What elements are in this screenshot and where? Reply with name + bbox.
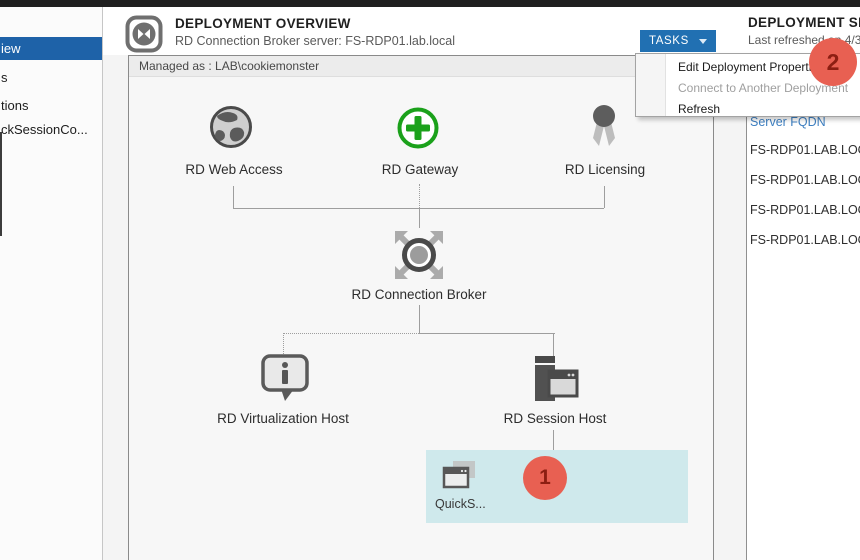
- sidebar-item-quicksessioncollection[interactable]: ckSessionCo...: [0, 120, 102, 140]
- connector-session-collection: [553, 430, 554, 450]
- broker-server-subtitle: RD Connection Broker server: FS-RDP01.la…: [175, 34, 455, 48]
- rd-connection-broker-label: RD Connection Broker: [329, 287, 509, 302]
- connector-gateway-dotted: [419, 184, 420, 208]
- connector-webaccess: [233, 186, 234, 208]
- window-top-strip: [0, 0, 860, 7]
- left-edge-mark: [0, 132, 2, 236]
- managed-as-bar: Managed as : LAB\cookiemonster: [129, 56, 713, 77]
- connector-licensing: [604, 186, 605, 208]
- rd-web-access-icon[interactable]: [207, 104, 255, 155]
- sidebar-item-servers[interactable]: s: [0, 68, 102, 88]
- quick-collection-label: QuickS...: [435, 497, 486, 511]
- chevron-down-icon: [699, 39, 707, 44]
- deployment-servers-panel: [747, 55, 860, 560]
- server-row[interactable]: FS-RDP01.LAB.LOCAL: [750, 233, 860, 247]
- rd-session-host-icon[interactable]: [527, 354, 581, 411]
- server-row[interactable]: FS-RDP01.LAB.LOCAL: [750, 173, 860, 187]
- rd-licensing-icon[interactable]: [583, 102, 625, 157]
- annotation-badge-1: 1: [523, 456, 567, 500]
- rd-virtualization-host-icon[interactable]: [257, 352, 313, 411]
- quick-collection-icon[interactable]: [441, 459, 479, 495]
- rd-virtualization-host-label: RD Virtualization Host: [193, 411, 373, 426]
- menu-item-edit-deployment-properties[interactable]: Edit Deployment Properties: [678, 57, 824, 77]
- sidebar-separator: [102, 7, 103, 560]
- rds-deployment-icon: [125, 15, 163, 53]
- panel-divider: [746, 55, 747, 560]
- page-title: DEPLOYMENT OVERVIEW: [175, 16, 351, 31]
- annotation-badge-2: 2: [809, 38, 857, 86]
- column-header-server-fqdn[interactable]: Server FQDN: [750, 115, 826, 129]
- rd-connection-broker-icon[interactable]: [391, 227, 447, 288]
- menu-item-refresh[interactable]: Refresh: [678, 99, 720, 119]
- tasks-button[interactable]: TASKS: [640, 30, 716, 52]
- connector-virt-dotted: [283, 333, 284, 354]
- connector-to-broker: [419, 209, 420, 228]
- server-row[interactable]: FS-RDP01.LAB.LOCAL: [750, 143, 860, 157]
- sidebar-item-collections[interactable]: tions: [0, 96, 102, 116]
- deployment-servers-title: DEPLOYMENT SERVERS: [748, 15, 860, 30]
- rd-session-host-label: RD Session Host: [465, 411, 645, 426]
- sidebar-item-overview[interactable]: iew: [0, 37, 102, 60]
- connector-session: [553, 333, 554, 356]
- sidebar: iew s tions ckSessionCo...: [0, 7, 102, 560]
- connector-session-horizontal: [419, 333, 555, 334]
- rd-web-access-label: RD Web Access: [153, 162, 315, 177]
- rd-gateway-label: RD Gateway: [339, 162, 501, 177]
- rd-gateway-add-icon[interactable]: [394, 105, 442, 156]
- menu-icon-gutter: [636, 54, 666, 116]
- connector-virt-horizontal-dotted: [283, 333, 419, 334]
- server-manager-rds-overview: iew s tions ckSessionCo... DEPLOYMENT OV…: [0, 0, 860, 560]
- connector-from-broker: [419, 305, 420, 333]
- server-row[interactable]: FS-RDP01.LAB.LOCAL: [750, 203, 860, 217]
- tasks-button-label: TASKS: [649, 35, 689, 47]
- rd-licensing-label: RD Licensing: [524, 162, 686, 177]
